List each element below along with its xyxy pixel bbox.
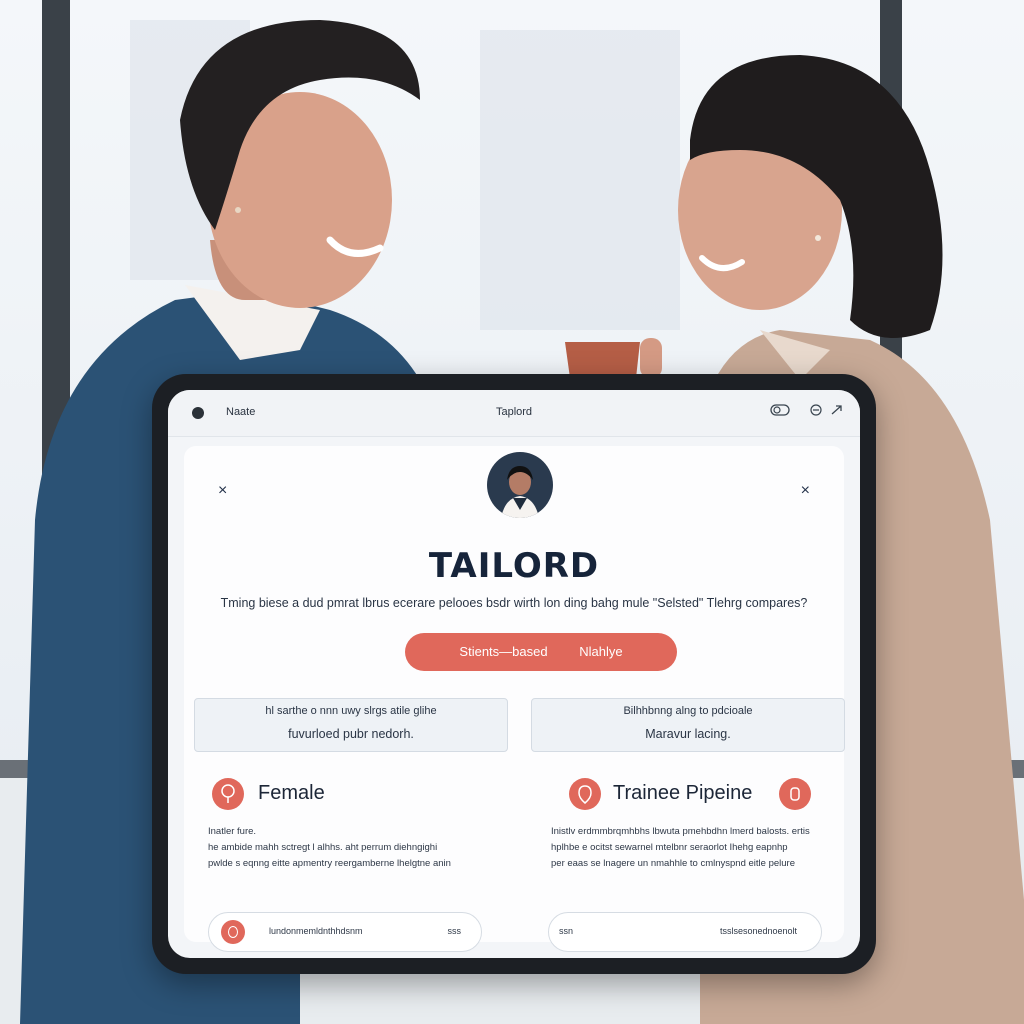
- primary-cta-button[interactable]: Stients—based Nlahlye: [405, 633, 677, 671]
- pill-end-label: tsslsesonednoenolt: [719, 926, 797, 936]
- minimize-icon[interactable]: [810, 404, 822, 419]
- pill-label: ssn: [559, 926, 574, 936]
- pill-button-left[interactable]: lundonmemldnthhdsnm sss: [208, 912, 482, 952]
- window-title: Taplord: [495, 406, 533, 418]
- info-box-line: fuvurloed pubr nedorh.: [288, 727, 414, 741]
- feature-title: Female: [258, 782, 325, 804]
- feature-text: Inatler fure. he ambide mahh sctregt l a…: [208, 824, 451, 872]
- office-background: Naate Taplord × × TAILORD Tming biese a …: [0, 0, 1024, 1024]
- app-titlebar: Naate Taplord: [168, 390, 860, 437]
- pill-end-label: sss: [447, 926, 462, 936]
- close-icon[interactable]: ×: [801, 482, 810, 500]
- tablet-device: Naate Taplord × × TAILORD Tming biese a …: [152, 374, 876, 974]
- feature-text-line: he ambide mahh sctregt l alhhs. aht perr…: [208, 842, 438, 853]
- tagline: Tming biese a dud pmrat lbrus ecerare pe…: [220, 596, 808, 610]
- brand-title: TAILORD: [428, 546, 600, 586]
- toggle-icon[interactable]: [770, 404, 790, 419]
- pin-icon: [212, 778, 244, 810]
- avatar: [487, 452, 553, 518]
- cta-label-right: Nlahlye: [579, 644, 623, 659]
- record-icon: [221, 920, 245, 944]
- feature-text-line: Inatler fure.: [208, 826, 257, 837]
- expand-icon[interactable]: [830, 404, 844, 419]
- feature-text-line: per eaas se lnagere un nmahhle to cmlnys…: [551, 858, 795, 869]
- info-box-right: Bilhhbnng alng to pdcioale Maravur lacin…: [531, 698, 845, 752]
- info-box-line: Maravur lacing.: [645, 727, 731, 741]
- info-box-line: hl sarthe o nnn uwy slrgs atile glihe: [265, 705, 437, 717]
- info-box-left: hl sarthe o nnn uwy slrgs atile glihe fu…: [194, 698, 508, 752]
- badge-icon[interactable]: [779, 778, 811, 810]
- info-box-line: Bilhhbnng alng to pdcioale: [623, 705, 753, 717]
- pill-label: lundonmemldnthhdsnm: [269, 926, 363, 936]
- onboarding-card: × × TAILORD Tming biese a dud pmrat lbru…: [184, 446, 845, 952]
- pill-button-right[interactable]: ssn tsslsesonednoenolt: [548, 912, 822, 952]
- feature-text: Inistlv erdmmbrqmhbhs lbwuta pmehbdhn lm…: [551, 824, 810, 872]
- feature-text-line: pwlde s eqnng eitte apmentry reergambern…: [208, 858, 451, 869]
- location-icon: [569, 778, 601, 810]
- feature-trainee-pipeline: Trainee Pipeine Inistlv erdmmbrqmhbhs lb…: [531, 760, 843, 880]
- feature-title: Trainee Pipeine: [613, 782, 753, 804]
- feature-text-line: hplhbe e ocitst sewarnel mtelbnr seraorl…: [551, 842, 788, 853]
- feature-female: Female Inatler fure. he ambide mahh sctr…: [194, 760, 506, 880]
- tablet-screen: Naate Taplord × × TAILORD Tming biese a …: [168, 390, 860, 958]
- cta-label-left: Stients—based: [459, 644, 548, 659]
- close-icon[interactable]: ×: [218, 482, 227, 500]
- feature-text-line: Inistlv erdmmbrqmhbhs lbwuta pmehbdhn lm…: [551, 826, 810, 837]
